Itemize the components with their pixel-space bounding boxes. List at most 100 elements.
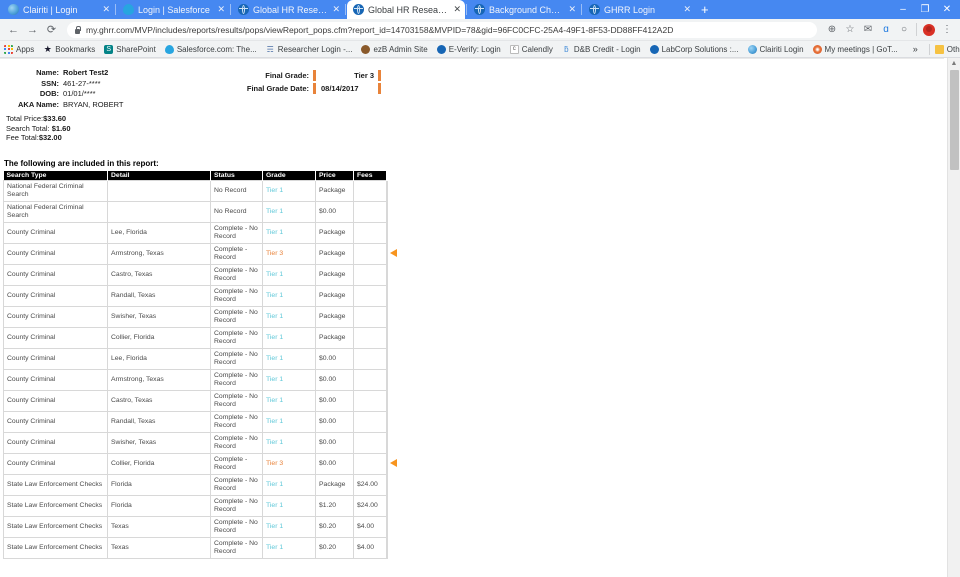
- grade-link[interactable]: Tier 1: [266, 271, 283, 278]
- bookmark-item[interactable]: E-Verify: Login: [436, 44, 501, 54]
- bookmark-item[interactable]: ezB Admin Site: [361, 44, 428, 54]
- cell-search-type: County Criminal: [3, 453, 108, 475]
- tab-close-icon[interactable]: ✕: [568, 5, 576, 14]
- grade-link[interactable]: Tier 1: [266, 502, 283, 509]
- cell-detail: Texas: [107, 516, 211, 538]
- cell-grade[interactable]: Tier 1: [262, 537, 316, 559]
- bookmarks-overflow-chevron[interactable]: »: [907, 44, 924, 54]
- grade-link[interactable]: Tier 1: [266, 187, 283, 194]
- extension-icon[interactable]: ɑ: [877, 21, 895, 39]
- maximize-button[interactable]: ❐: [914, 0, 936, 19]
- bookmark-item[interactable]: ƃ D&B Credit - Login: [562, 44, 640, 54]
- zoom-icon[interactable]: ⊕: [823, 21, 841, 39]
- browser-tab[interactable]: GHRR Login ✕: [583, 0, 695, 19]
- final-grade-date-label: Final Grade Date:: [246, 84, 309, 93]
- grade-link[interactable]: Tier 1: [266, 523, 283, 530]
- back-icon[interactable]: ←: [4, 20, 23, 39]
- share-icon[interactable]: ✉: [859, 21, 877, 39]
- table-row: County Criminal Armstrong, Texas Complete …: [3, 369, 388, 391]
- grade-link[interactable]: Tier 1: [266, 544, 283, 551]
- tab-separator: [230, 4, 231, 15]
- bookmark-item[interactable]: ★ Bookmarks: [43, 45, 96, 54]
- cell-grade[interactable]: Tier 1: [262, 348, 316, 370]
- grade-link[interactable]: Tier 1: [266, 439, 283, 446]
- forward-icon[interactable]: →: [23, 20, 42, 39]
- grade-link[interactable]: Tier 1: [266, 208, 283, 215]
- grade-link[interactable]: Tier 1: [266, 418, 283, 425]
- grade-link[interactable]: Tier 1: [266, 355, 283, 362]
- grade-link[interactable]: Tier 1: [266, 376, 283, 383]
- table-row: County Criminal Collier, Florida Complete …: [3, 453, 397, 475]
- scrollbar-thumb[interactable]: [950, 70, 959, 170]
- cell-grade[interactable]: Tier 1: [262, 432, 316, 454]
- bookmark-item[interactable]: ☴ Researcher Login -...: [266, 45, 353, 54]
- grade-link[interactable]: Tier 1: [266, 229, 283, 236]
- tab-close-icon[interactable]: ✕: [217, 5, 225, 14]
- minimize-button[interactable]: –: [892, 0, 914, 19]
- new-tab-button[interactable]: +: [695, 3, 715, 19]
- column-header: Grade: [262, 171, 316, 181]
- cell-grade[interactable]: Tier 1: [262, 411, 316, 433]
- scrollbar-up-arrow[interactable]: ▲: [948, 58, 960, 69]
- cell-grade[interactable]: Tier 1: [262, 369, 316, 391]
- cell-grade[interactable]: Tier 1: [262, 285, 316, 307]
- cell-grade[interactable]: Tier 1: [262, 495, 316, 517]
- close-window-button[interactable]: ✕: [936, 0, 958, 19]
- grade-link[interactable]: Tier 1: [266, 397, 283, 404]
- browser-tab[interactable]: Global HR Research ✕: [232, 0, 344, 19]
- address-bar[interactable]: my.ghrr.com/MVP/includes/reports/results…: [67, 21, 817, 38]
- bookmark-item[interactable]: S SharePoint: [104, 44, 156, 54]
- grade-link[interactable]: Tier 1: [266, 292, 283, 299]
- cell-detail: Castro, Texas: [107, 390, 211, 412]
- account-avatar[interactable]: [920, 21, 938, 39]
- cell-grade[interactable]: Tier 1: [262, 327, 316, 349]
- dnb-icon: ƃ: [564, 44, 569, 54]
- cell-fees: [353, 327, 387, 349]
- bookmark-item[interactable]: Salesforce.com: The...: [164, 44, 257, 54]
- bookmark-item[interactable]: c Calendly: [509, 44, 553, 54]
- cell-grade[interactable]: Tier 3: [262, 243, 316, 265]
- browser-tab[interactable]: Background Checks, Screening, … ✕: [468, 0, 580, 19]
- cell-grade[interactable]: Tier 1: [262, 222, 316, 244]
- bookmark-item[interactable]: Apps: [4, 44, 34, 54]
- tab-close-icon[interactable]: ✕: [453, 5, 461, 14]
- column-header: Detail: [107, 171, 211, 181]
- vertical-scrollbar[interactable]: ▲: [947, 58, 960, 577]
- cell-grade[interactable]: Tier 1: [262, 516, 316, 538]
- browser-tab[interactable]: Clairiti | Login ✕: [2, 0, 114, 19]
- cell-price: $0.00: [315, 201, 354, 223]
- tab-close-icon[interactable]: ✕: [683, 5, 691, 14]
- tab-close-icon[interactable]: ✕: [102, 5, 110, 14]
- browser-tab[interactable]: Login | Salesforce ✕: [117, 0, 229, 19]
- cell-grade[interactable]: Tier 1: [262, 390, 316, 412]
- grade-link[interactable]: Tier 3: [266, 460, 283, 467]
- grade-link[interactable]: Tier 1: [266, 334, 283, 341]
- table-row: State Law Enforcement Checks Texas Complet…: [3, 516, 388, 538]
- grade-link[interactable]: Tier 3: [266, 250, 283, 257]
- browser-tab-active[interactable]: Global HR Research: Report Res... ✕: [347, 0, 465, 19]
- reload-icon[interactable]: ⟳: [42, 20, 61, 39]
- cell-fees: [353, 348, 387, 370]
- other-bookmarks-folder[interactable]: Other bookmarks: [934, 44, 960, 54]
- cell-detail: Swisher, Texas: [107, 306, 211, 328]
- bookmark-item[interactable]: LabCorp Solutions :...: [649, 44, 739, 54]
- tab-close-icon[interactable]: ✕: [332, 5, 340, 14]
- cell-grade[interactable]: Tier 1: [262, 180, 316, 202]
- cell-grade[interactable]: Tier 3: [262, 453, 316, 475]
- cell-fees: [353, 453, 387, 475]
- bookmark-star-icon[interactable]: ☆: [841, 21, 859, 39]
- bookmark-item[interactable]: Clairiti Login: [747, 44, 804, 54]
- cell-grade[interactable]: Tier 1: [262, 264, 316, 286]
- cell-search-type: National Federal Criminal Search: [3, 180, 108, 202]
- cell-grade[interactable]: Tier 1: [262, 474, 316, 496]
- cell-grade[interactable]: Tier 1: [262, 306, 316, 328]
- cell-detail: [107, 201, 211, 223]
- cell-price: Package: [315, 264, 354, 286]
- grade-link[interactable]: Tier 1: [266, 313, 283, 320]
- chrome-menu-icon[interactable]: ⋮: [938, 21, 956, 39]
- column-header-flag: [386, 171, 388, 181]
- grade-link[interactable]: Tier 1: [266, 481, 283, 488]
- profile-circle-icon[interactable]: ○: [895, 21, 913, 39]
- bookmark-item[interactable]: My meetings | GoT...: [812, 44, 898, 54]
- cell-grade[interactable]: Tier 1: [262, 201, 316, 223]
